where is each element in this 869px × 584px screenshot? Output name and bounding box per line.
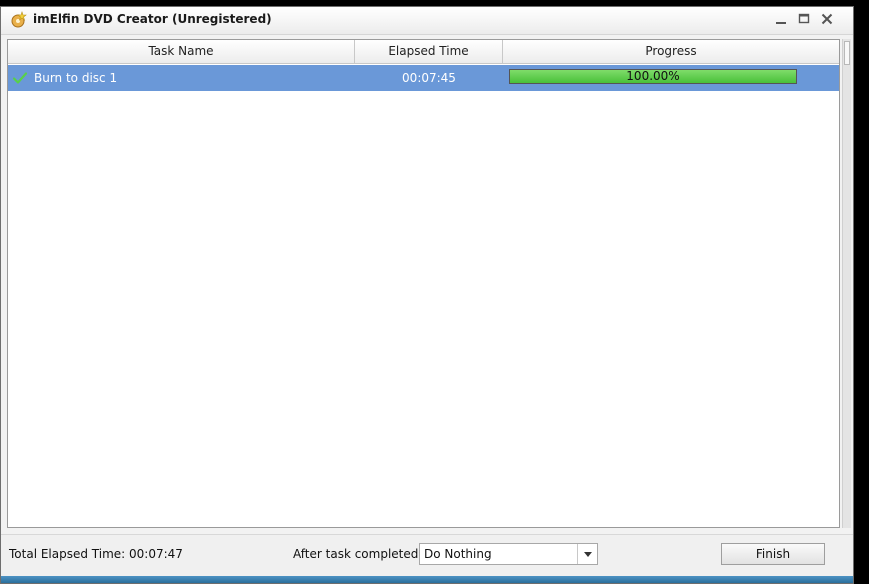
chevron-down-icon [584,552,592,557]
column-header-progress[interactable]: Progress [503,40,839,63]
minimize-button[interactable] [773,11,789,27]
task-name-cell: Burn to disc 1 [34,71,118,85]
column-header-task-name[interactable]: Task Name [8,40,355,63]
maximize-button[interactable] [796,11,812,27]
minimize-icon [776,22,786,24]
after-task-value: Do Nothing [424,547,492,561]
close-icon [821,13,833,25]
after-task-dropdown[interactable]: Do Nothing [419,543,598,565]
close-button[interactable] [819,11,835,27]
total-elapsed-time: Total Elapsed Time: 00:07:47 [9,547,183,561]
elapsed-time-cell: 00:07:45 [402,71,456,85]
after-task-label: After task completed: [293,547,423,561]
progress-label: 100.00% [626,69,680,83]
finish-button[interactable]: Finish [721,543,825,565]
title-bar[interactable]: imElfin DVD Creator (Unregistered) [1,7,853,35]
progress-bar: 100.00% [509,69,797,84]
check-icon [12,70,28,86]
task-list[interactable]: Task Name Elapsed Time Progress Burn to … [7,39,840,528]
dropdown-arrow-button[interactable] [577,544,597,564]
vertical-scrollbar[interactable] [842,39,851,528]
table-header: Task Name Elapsed Time Progress [8,40,839,64]
app-icon [10,10,28,28]
app-window: imElfin DVD Creator (Unregistered) Task … [0,6,854,584]
scrollbar-thumb[interactable] [844,41,850,65]
bottom-bar: Total Elapsed Time: 00:07:47 After task … [1,534,853,577]
maximize-icon [798,13,810,24]
column-header-elapsed-time[interactable]: Elapsed Time [355,40,503,63]
bottom-accent-strip [1,576,853,583]
table-row[interactable]: Burn to disc 1 00:07:45 100.00% [8,65,839,91]
window-title: imElfin DVD Creator (Unregistered) [33,12,272,26]
